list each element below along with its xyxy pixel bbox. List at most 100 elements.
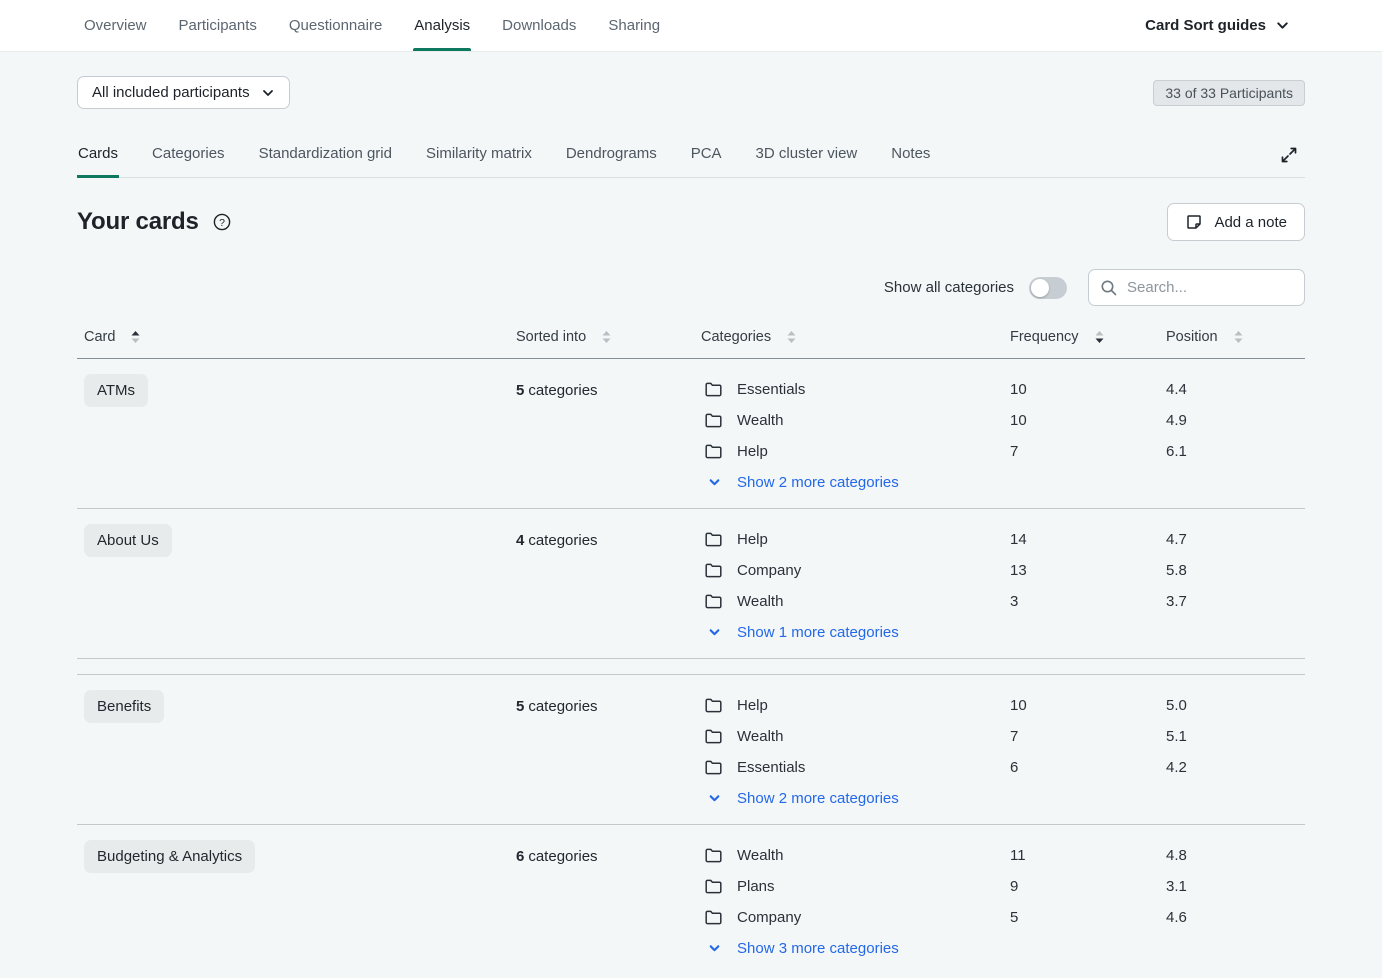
tab-categories[interactable]: Categories: [151, 139, 226, 177]
sorted-into-cell: 6categories: [516, 840, 701, 963]
tab-similarity-matrix[interactable]: Similarity matrix: [425, 139, 533, 177]
nav-item-questionnaire[interactable]: Questionnaire: [289, 0, 382, 51]
categories-cell: Help 10 5.0 Wealth 7 5.1 Essentials 6 4.…: [701, 690, 1305, 813]
folder-icon: [701, 413, 737, 428]
category-position: 4.2: [1166, 759, 1305, 776]
svg-text:?: ?: [219, 217, 225, 229]
sorted-count: 5: [516, 698, 524, 715]
tab-dendrograms[interactable]: Dendrograms: [565, 139, 658, 177]
category-frequency: 11: [1010, 847, 1166, 864]
card-chip[interactable]: ATMs: [84, 374, 148, 407]
card-chip[interactable]: Budgeting & Analytics: [84, 840, 255, 873]
section-head: Your cards ? Add a note: [77, 203, 1305, 241]
card-chip[interactable]: Benefits: [84, 690, 164, 723]
category-position: 4.9: [1166, 412, 1305, 429]
category-name: Plans: [737, 878, 1010, 895]
category-line: Wealth 3 3.7: [701, 586, 1305, 617]
folder-icon: [701, 563, 737, 578]
sorted-count: 4: [516, 532, 524, 549]
folder-icon: [701, 729, 737, 744]
categories-cell: Help 14 4.7 Company 13 5.8 Wealth 3 3.7 …: [701, 524, 1305, 647]
cards-table: Card Sorted into Categories: [77, 329, 1305, 974]
category-lines: Help 14 4.7 Company 13 5.8 Wealth 3 3.7: [701, 524, 1305, 617]
sort-icon-sorted-into[interactable]: [601, 330, 612, 344]
category-line: Essentials 10 4.4: [701, 374, 1305, 405]
card-cell: ATMs: [84, 374, 516, 497]
category-lines: Essentials 10 4.4 Wealth 10 4.9 Help 7 6…: [701, 374, 1305, 467]
search-input[interactable]: [1127, 279, 1293, 296]
add-note-button[interactable]: Add a note: [1167, 203, 1305, 241]
category-frequency: 10: [1010, 412, 1166, 429]
category-name: Wealth: [737, 847, 1010, 864]
categories-cell: Essentials 10 4.4 Wealth 10 4.9 Help 7 6…: [701, 374, 1305, 497]
table-row: ATMs 5categories Essentials 10 4.4 Wealt…: [77, 359, 1305, 509]
tab-notes[interactable]: Notes: [890, 139, 931, 177]
note-icon: [1185, 213, 1203, 231]
category-name: Company: [737, 562, 1010, 579]
controls-row: Show all categories: [77, 269, 1305, 306]
search-icon: [1100, 279, 1118, 297]
category-name: Wealth: [737, 593, 1010, 610]
column-label: Frequency: [1010, 329, 1079, 345]
folder-icon: [701, 532, 737, 547]
show-more-categories-link[interactable]: Show 1 more categories: [701, 617, 1305, 647]
sort-icon-card[interactable]: [130, 330, 141, 344]
participants-filter-dropdown[interactable]: All included participants: [77, 76, 290, 109]
category-line: Help 10 5.0: [701, 690, 1305, 721]
page-title: Your cards: [77, 208, 199, 236]
tab-cards[interactable]: Cards: [77, 139, 119, 177]
table-row: About Us 4categories Help 14 4.7 Company…: [77, 509, 1305, 659]
category-line: Wealth 7 5.1: [701, 721, 1305, 752]
category-position: 5.8: [1166, 562, 1305, 579]
chevron-down-icon: [701, 942, 737, 955]
folder-icon: [701, 698, 737, 713]
nav-item-downloads[interactable]: Downloads: [502, 0, 576, 51]
category-frequency: 7: [1010, 443, 1166, 460]
show-more-categories-link[interactable]: Show 3 more categories: [701, 933, 1305, 963]
category-name: Company: [737, 909, 1010, 926]
category-position: 5.1: [1166, 728, 1305, 745]
show-more-categories-link[interactable]: Show 2 more categories: [701, 467, 1305, 497]
top-nav-items: Overview Participants Questionnaire Anal…: [84, 0, 660, 51]
card-sort-guides-menu[interactable]: Card Sort guides: [1145, 0, 1290, 51]
tab-pca[interactable]: PCA: [690, 139, 723, 177]
category-line: Company 5 4.6: [701, 902, 1305, 933]
show-more-categories-link[interactable]: Show 2 more categories: [701, 783, 1305, 813]
category-frequency: 6: [1010, 759, 1166, 776]
category-position: 4.4: [1166, 381, 1305, 398]
sorted-count: 6: [516, 848, 524, 865]
nav-item-overview[interactable]: Overview: [84, 0, 147, 51]
expand-icon[interactable]: [1279, 145, 1305, 177]
sorted-count: 5: [516, 382, 524, 399]
folder-icon: [701, 594, 737, 609]
tab-standardization-grid[interactable]: Standardization grid: [258, 139, 393, 177]
category-frequency: 13: [1010, 562, 1166, 579]
category-name: Help: [737, 531, 1010, 548]
tab-3d-cluster-view[interactable]: 3D cluster view: [755, 139, 859, 177]
sorted-into-cell: 5categories: [516, 374, 701, 497]
nav-item-participants[interactable]: Participants: [179, 0, 257, 51]
card-cell: Benefits: [84, 690, 516, 813]
categories-cell: Wealth 11 4.8 Plans 9 3.1 Company 5 4.6 …: [701, 840, 1305, 963]
nav-item-sharing[interactable]: Sharing: [608, 0, 660, 51]
folder-icon: [701, 910, 737, 925]
category-frequency: 14: [1010, 531, 1166, 548]
category-name: Essentials: [737, 381, 1010, 398]
category-position: 3.1: [1166, 878, 1305, 895]
card-chip[interactable]: About Us: [84, 524, 172, 557]
help-icon[interactable]: ?: [212, 212, 232, 232]
sort-icon-position[interactable]: [1233, 330, 1244, 344]
folder-icon: [701, 382, 737, 397]
show-more-label: Show 2 more categories: [737, 474, 1305, 491]
analysis-tabs: Cards Categories Standardization grid Si…: [77, 139, 1305, 178]
category-line: Company 13 5.8: [701, 555, 1305, 586]
sort-icon-frequency[interactable]: [1094, 330, 1105, 344]
nav-item-analysis[interactable]: Analysis: [414, 0, 470, 51]
show-all-categories-group: Show all categories: [884, 277, 1067, 299]
show-all-categories-toggle[interactable]: [1029, 277, 1067, 299]
table-body: ATMs 5categories Essentials 10 4.4 Wealt…: [77, 359, 1305, 974]
table-header-right: Categories Frequency Position: [701, 329, 1305, 345]
folder-icon: [701, 879, 737, 894]
sort-icon-categories[interactable]: [786, 330, 797, 344]
category-frequency: 10: [1010, 381, 1166, 398]
